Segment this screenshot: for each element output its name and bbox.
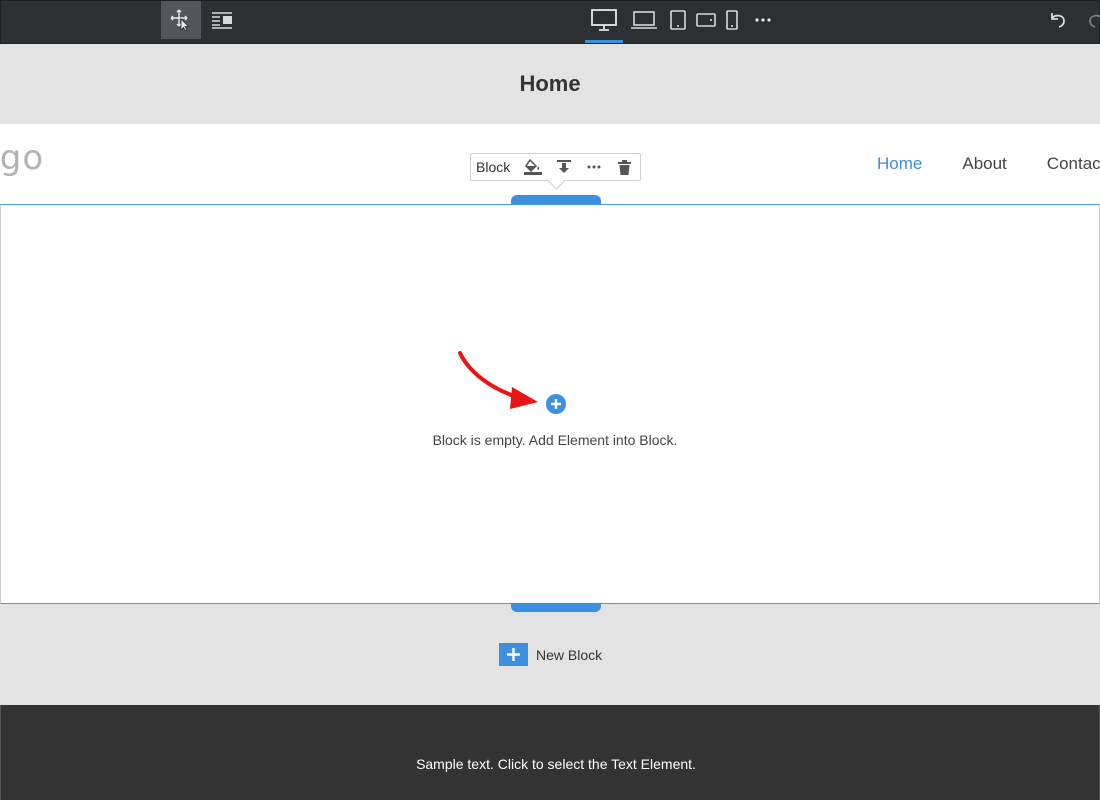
download-icon [556, 160, 571, 173]
nav-item-contact[interactable]: Contac [1047, 154, 1100, 174]
tablet-icon [670, 10, 686, 30]
select-mode-button[interactable] [161, 1, 201, 39]
plus-icon [499, 643, 528, 666]
device-more-button[interactable] [751, 1, 775, 39]
device-tablet-landscape-button[interactable] [694, 1, 718, 39]
main-nav: Home About Contac [877, 154, 1100, 174]
block-drag-handle-bottom[interactable] [511, 603, 601, 612]
device-phone-button[interactable] [723, 1, 741, 39]
block-toolbar-label: Block [476, 159, 511, 175]
paint-bucket-icon [524, 159, 543, 175]
insert-button[interactable] [549, 154, 579, 180]
layers-mode-button[interactable] [205, 1, 239, 39]
logo[interactable]: ogo [0, 138, 44, 178]
laptop-icon [631, 11, 657, 29]
ellipsis-icon [587, 165, 601, 169]
block-toolbar: Block [470, 153, 641, 181]
arrow-pointer-icon [458, 351, 538, 409]
footer-text-element[interactable]: Sample text. Click to select the Text El… [1, 756, 1100, 772]
footer-block[interactable]: Sample text. Click to select the Text El… [0, 705, 1100, 800]
add-element-button[interactable] [546, 394, 566, 414]
undo-icon [1051, 13, 1065, 28]
plus-icon [551, 399, 561, 409]
ellipsis-icon [755, 18, 771, 22]
block-more-button[interactable] [579, 154, 609, 180]
delete-block-button[interactable] [610, 154, 640, 180]
move-cursor-icon [170, 9, 190, 31]
layers-icon [212, 12, 232, 29]
device-laptop-button[interactable] [628, 1, 660, 39]
trash-icon [618, 159, 632, 175]
undo-button[interactable] [1043, 1, 1071, 39]
empty-block-message: Block is empty. Add Element into Block. [432, 432, 678, 448]
desktop-icon [591, 9, 617, 31]
new-block-label: New Block [536, 646, 603, 663]
tablet-landscape-icon [696, 13, 716, 27]
redo-icon [1089, 14, 1100, 28]
block-drag-handle-top[interactable] [511, 195, 601, 204]
page-title: Home [519, 71, 581, 96]
redo-button[interactable] [1083, 1, 1100, 39]
nav-item-about[interactable]: About [962, 154, 1006, 174]
phone-icon [726, 10, 738, 30]
nav-item-home[interactable]: Home [877, 154, 922, 174]
device-desktop-button[interactable] [585, 1, 623, 43]
device-tablet-button[interactable] [667, 1, 689, 39]
top-toolbar [0, 0, 1100, 44]
new-block-button[interactable]: New Block [499, 643, 602, 666]
fill-button[interactable] [518, 154, 548, 180]
